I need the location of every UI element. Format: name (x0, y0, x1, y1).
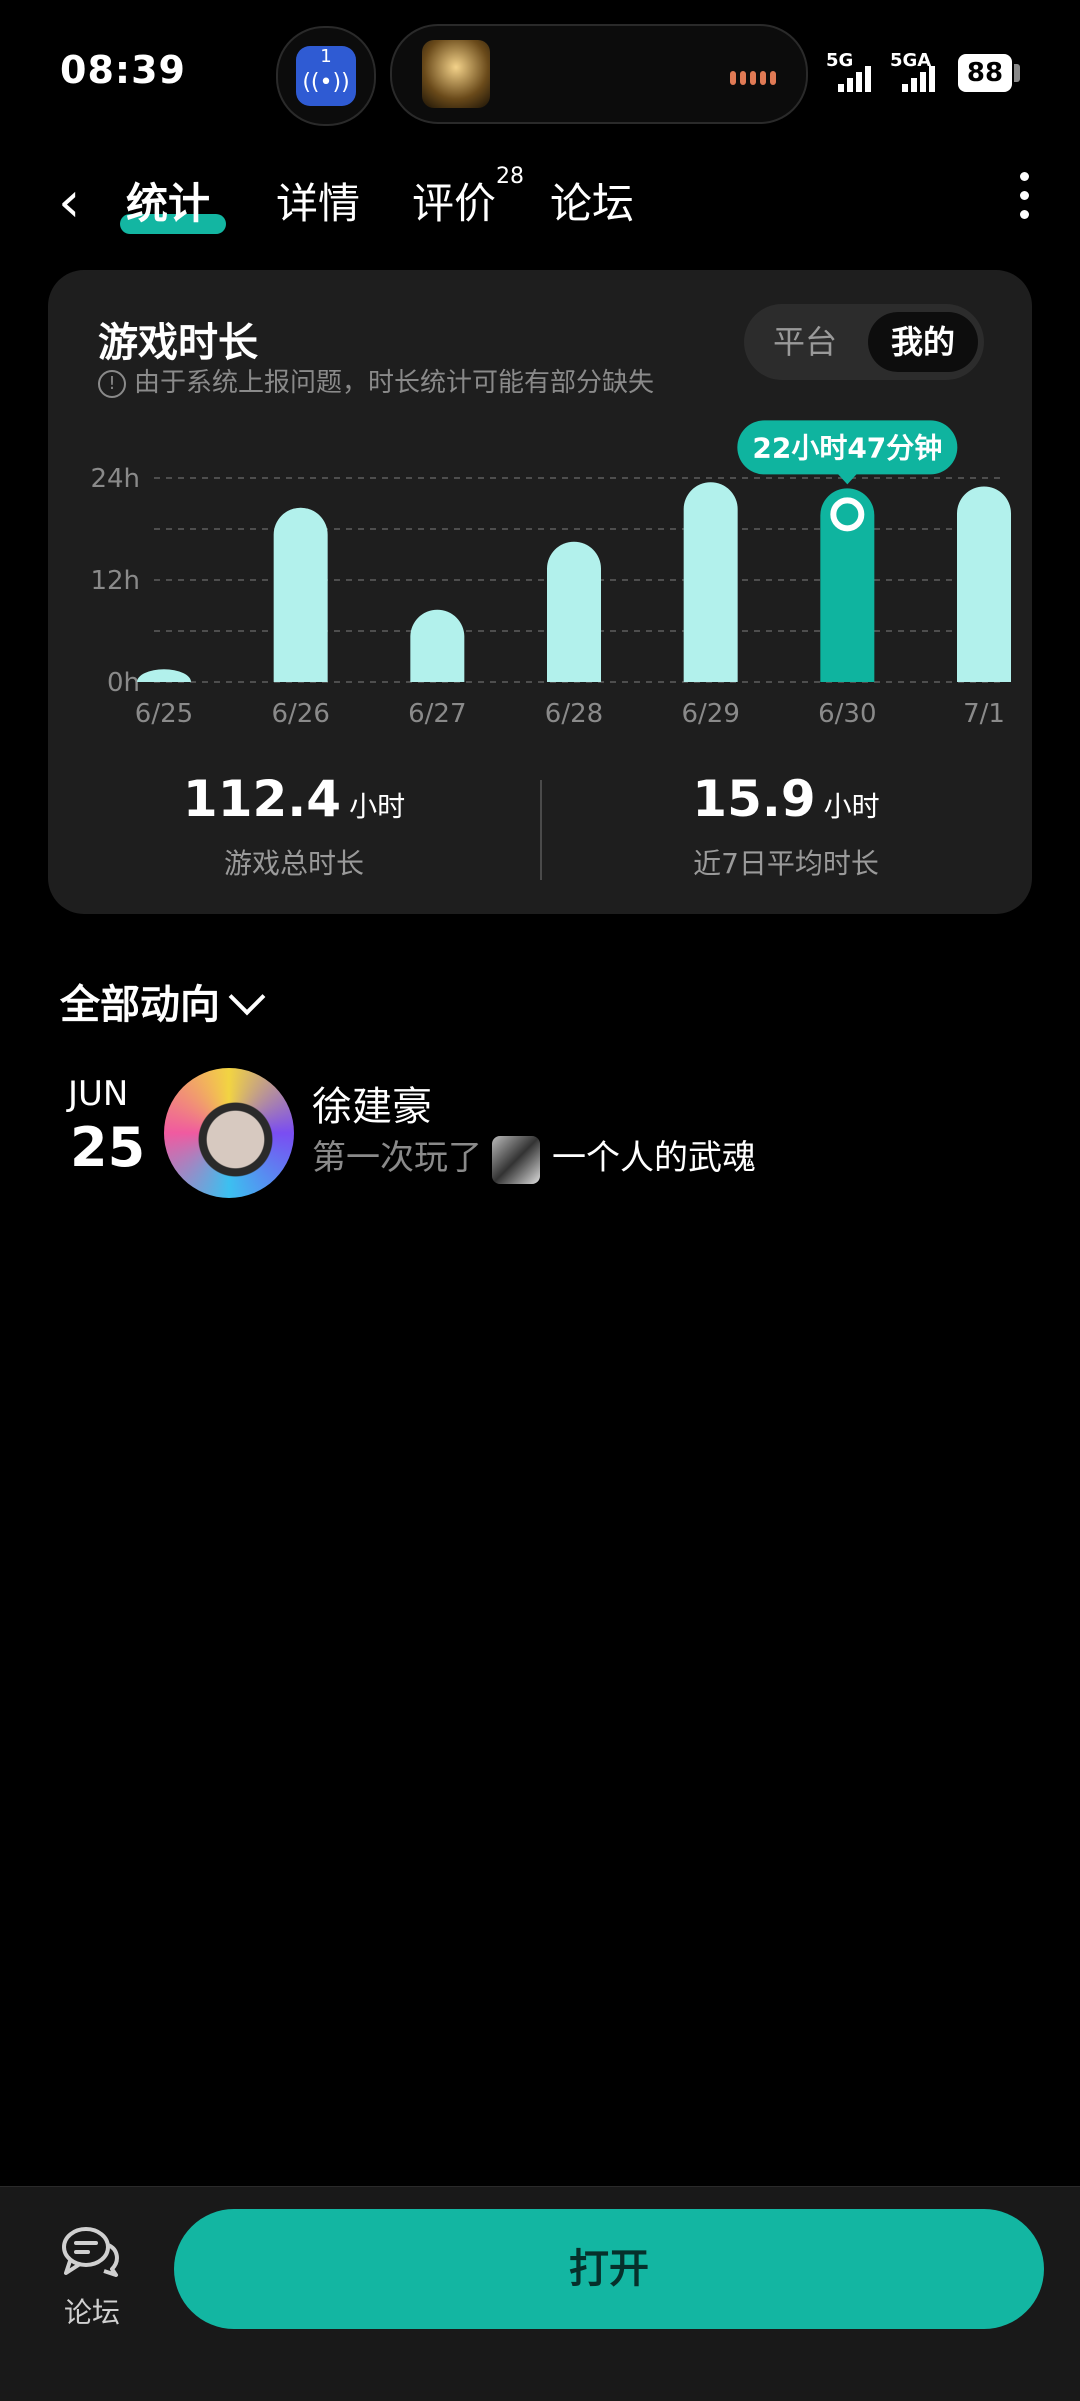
x-tick-label: 6/29 (681, 699, 739, 729)
bar-6-26 (273, 507, 328, 682)
tooltip-text: 22小时47分钟 (752, 431, 942, 464)
activity-item[interactable]: JUN 25 徐建豪 第一次玩了 一个人的武魂 (60, 1068, 1020, 1208)
status-time: 08:39 (60, 48, 186, 92)
total-value: 112.4 (182, 770, 342, 828)
tab-stats[interactable]: 统计 (126, 170, 210, 231)
bar-7-1 (957, 486, 1011, 682)
dynamic-island-broadcast[interactable]: 1 ((•)) (276, 26, 376, 126)
bar-6-27 (410, 609, 465, 682)
x-tick-label: 6/25 (135, 699, 193, 729)
bar-6-25 (137, 669, 191, 682)
avg-label: 近7日平均时长 (693, 847, 879, 880)
bottom-bar: 论坛 打开 (0, 2186, 1080, 2401)
activity-month: JUN (68, 1074, 129, 1114)
activity-day: 25 (70, 1116, 146, 1179)
avg-value: 15.9 (692, 770, 816, 828)
status-bar: 08:39 1 ((•)) 5G 5GA 88 (0, 0, 1080, 140)
activity-filter-dropdown[interactable]: 全部动向 (60, 972, 266, 1030)
bar-6-30 (820, 488, 875, 682)
bar-6-29 (683, 482, 738, 682)
battery-icon: 88 (958, 54, 1020, 92)
more-options-icon[interactable] (1020, 172, 1030, 222)
stats-row: 112.4 小时 游戏总时长 15.9 小时 近7日平均时长 (48, 770, 1032, 890)
open-game-button[interactable]: 打开 (174, 2209, 1044, 2329)
playtime-card: 游戏时长 ! 由于系统上报问题，时长统计可能有部分缺失 平台 我的 24h 12h 0… (48, 270, 1032, 914)
back-icon[interactable]: ‹ (58, 170, 80, 235)
bar-6-28 (547, 541, 601, 682)
x-tick-label: 6/28 (545, 699, 603, 729)
tab-reviews[interactable]: 评价 28 (412, 164, 524, 231)
activity-action: 第一次玩了 (312, 1138, 482, 1178)
forum-chat-icon (62, 2227, 119, 2277)
game-name[interactable]: 一个人的武魂 (552, 1138, 756, 1178)
game-thumbnail-icon (422, 40, 490, 108)
avg-playtime: 15.9 小时 近7日平均时长 (540, 770, 1032, 882)
dynamic-island-media[interactable] (390, 24, 808, 124)
chevron-down-icon (228, 978, 266, 1016)
y-tick-label: 12h (90, 566, 140, 596)
total-playtime: 112.4 小时 游戏总时长 (48, 770, 540, 882)
y-tick-label: 0h (107, 668, 140, 698)
total-label: 游戏总时长 (223, 847, 364, 880)
total-unit: 小时 (349, 790, 406, 823)
signal-icon-2 (902, 66, 938, 92)
tab-details[interactable]: 详情 (276, 170, 360, 231)
playtime-chart: 24h 12h 0h6/25 6/26 6/27 6/28 6/29 6/30 22小时47分钟… (90, 420, 1011, 729)
x-tick-label: 6/26 (271, 699, 329, 729)
y-tick-label: 24h (90, 464, 140, 494)
user-name[interactable]: 徐建豪 (312, 1074, 432, 1132)
audio-wave-icon (726, 70, 776, 89)
user-avatar[interactable] (164, 1068, 294, 1198)
avg-unit: 小时 (823, 790, 880, 823)
x-tick-label: 6/30 (818, 699, 876, 729)
game-icon[interactable] (492, 1135, 540, 1184)
tab-reviews-label: 评价 (412, 179, 497, 228)
top-nav: ‹ 统计 详情 评价 28 论坛 (0, 160, 1080, 270)
tab-forum[interactable]: 论坛 (550, 170, 634, 231)
reviews-count-badge: 28 (496, 164, 525, 189)
broadcast-icon: 1 ((•)) (296, 46, 356, 106)
x-tick-label: 7/1 (963, 699, 1005, 729)
signal-icon-1 (838, 66, 874, 92)
broadcast-badge: 1 (320, 46, 332, 67)
x-tick-label: 6/27 (408, 699, 466, 729)
filter-label: 全部动向 (60, 982, 220, 1028)
activity-description: 第一次玩了 一个人的武魂 (312, 1130, 756, 1184)
forum-label: 论坛 (64, 2296, 121, 2329)
